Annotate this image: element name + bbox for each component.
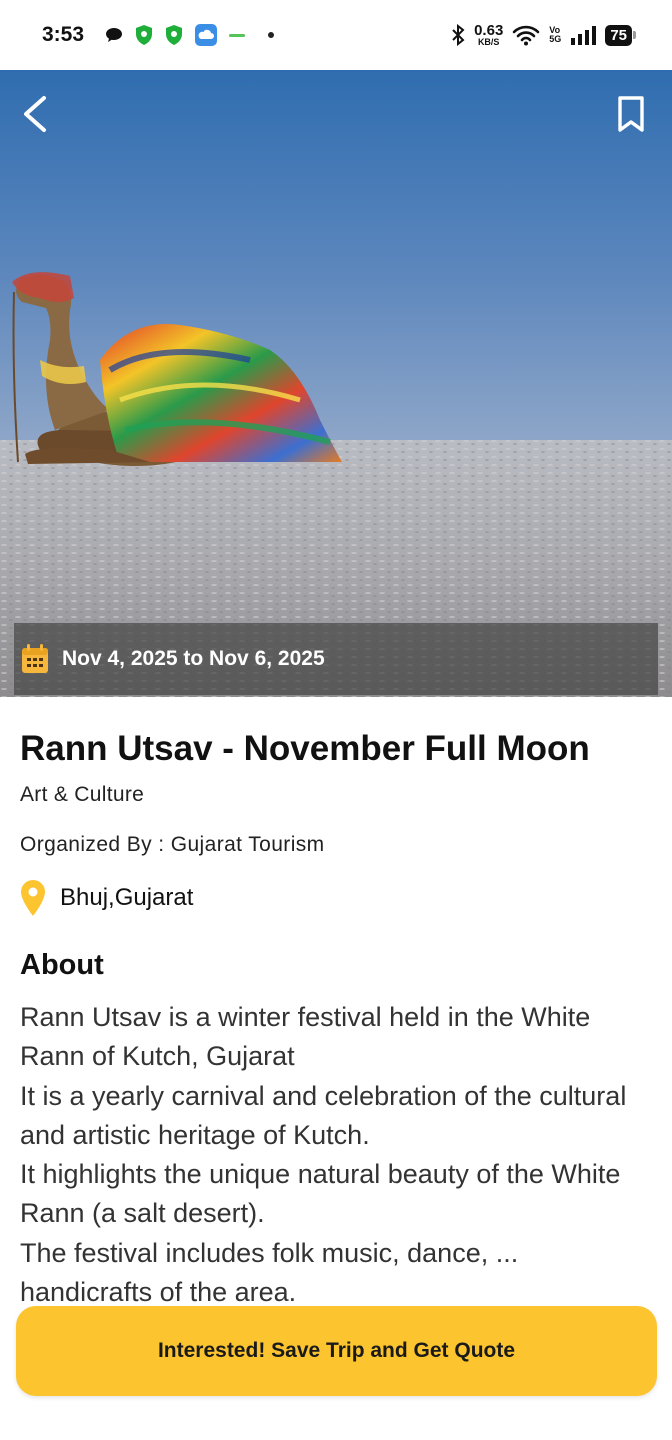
about-description: Rann Utsav is a winter festival held in … — [20, 1002, 627, 1308]
event-title: Rann Utsav - November Full Moon — [20, 729, 590, 768]
back-arrow-icon[interactable] — [16, 92, 56, 136]
status-time: 3:53 — [42, 23, 85, 46]
volte-indicator: Vo 5G — [549, 25, 562, 44]
battery-indicator: 75 — [605, 24, 636, 46]
save-trip-quote-button[interactable]: Interested! Save Trip and Get Quote — [16, 1306, 657, 1396]
bookmark-icon[interactable] — [614, 94, 648, 134]
more-notifications-dot — [268, 32, 275, 38]
event-category: Art & Culture — [20, 783, 145, 806]
network-speed: 0.63 KB/S — [474, 22, 504, 47]
location-pin-icon — [21, 880, 45, 916]
event-organizer: Organized By : Gujarat Tourism — [20, 833, 325, 856]
location-label: Bhuj,Gujarat — [60, 884, 194, 911]
system-icons: 0.63 KB/S Vo 5G 75 — [451, 22, 636, 47]
chat-icon — [106, 28, 123, 42]
signal-icon — [571, 26, 597, 45]
event-photo — [0, 70, 672, 697]
app-icon — [229, 34, 246, 37]
notification-icons — [104, 23, 275, 47]
about-heading: About — [20, 949, 104, 981]
shield-icon — [136, 25, 153, 45]
calendar-icon — [22, 644, 48, 673]
event-details: Rann Utsav - November Full Moon Art & Cu… — [20, 718, 650, 1312]
status-bar: 3:53 0.63 KB/S Vo 5G 75 — [0, 0, 672, 70]
weather-app-icon — [195, 24, 218, 46]
wifi-icon — [512, 25, 540, 46]
shield-icon — [166, 25, 183, 45]
event-location: Bhuj,Gujarat — [20, 879, 650, 917]
event-date-bar: Nov 4, 2025 to Nov 6, 2025 — [14, 623, 658, 695]
hero-image: Nov 4, 2025 to Nov 6, 2025 — [0, 70, 672, 697]
bluetooth-icon — [452, 24, 465, 46]
event-date-range: Nov 4, 2025 to Nov 6, 2025 — [62, 647, 325, 670]
